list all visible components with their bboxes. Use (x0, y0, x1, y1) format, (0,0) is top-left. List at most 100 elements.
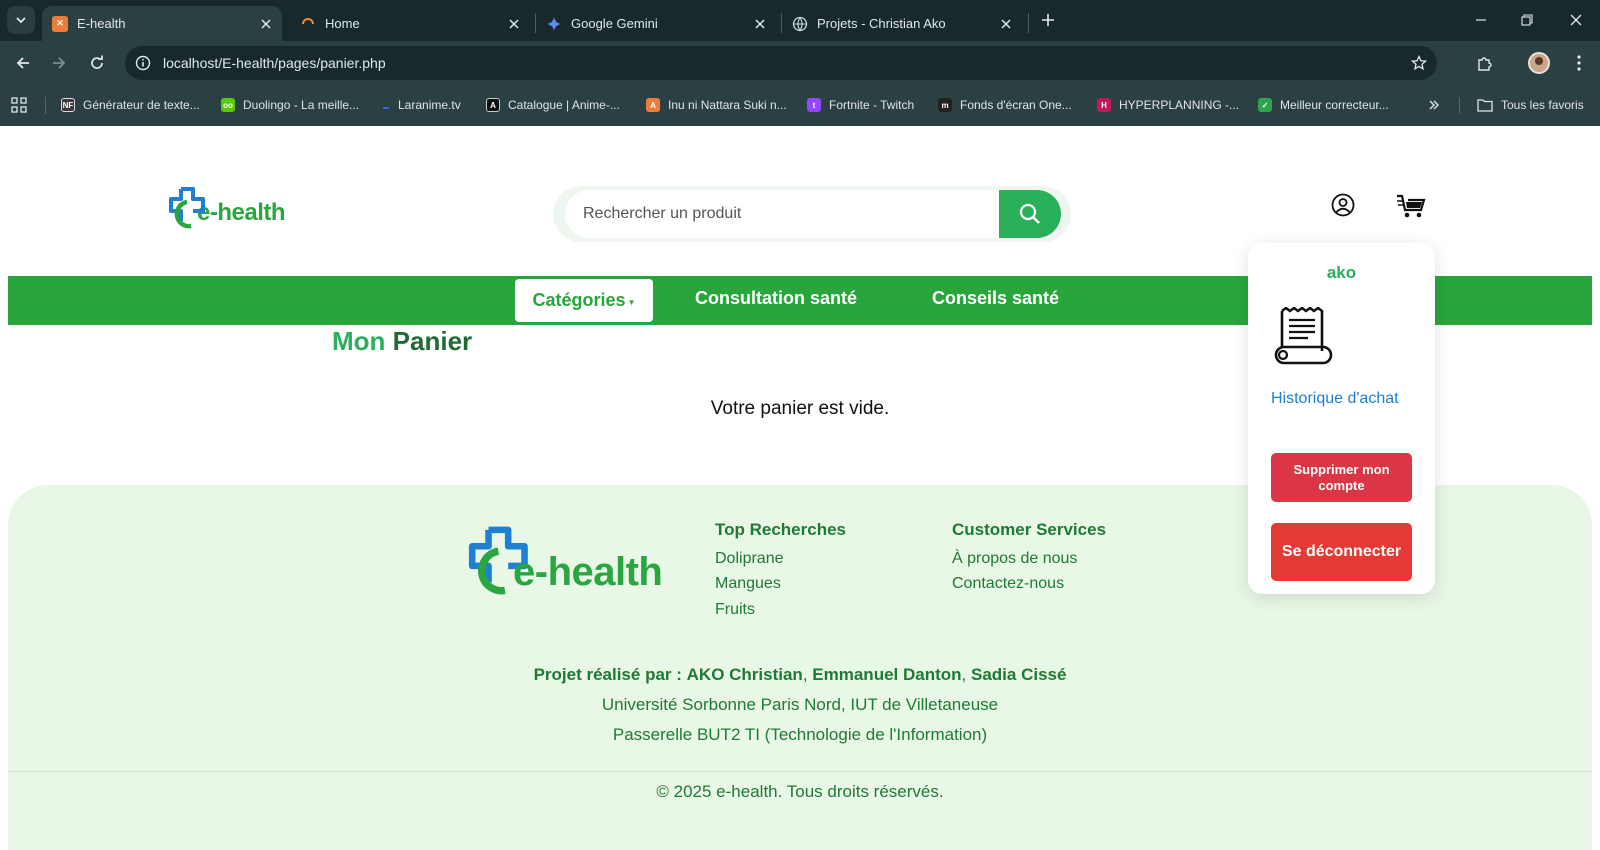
back-button[interactable] (8, 48, 38, 78)
bookmark-label: HYPERPLANNING -... (1119, 98, 1240, 112)
profile-avatar[interactable] (1528, 52, 1550, 74)
apps-grid-button[interactable] (11, 96, 27, 114)
bookmarks-bar: NF Générateur de texte... oo Duolingo - … (0, 84, 1600, 126)
folder-icon (1477, 99, 1493, 112)
bookmark-twitch[interactable]: t Fortnite - Twitch (807, 96, 914, 114)
close-icon[interactable] (258, 16, 274, 32)
tab-search-button[interactable] (7, 6, 35, 34)
author-name: Sadia Cissé (970, 665, 1067, 684)
nf-favicon-icon: NF (61, 98, 75, 112)
bookmark-label: Meilleur correcteur... (1280, 98, 1389, 112)
bookmark-catalogue[interactable]: A Catalogue | Anime-... (486, 96, 620, 114)
nav-conseils[interactable]: Conseils santé (932, 288, 1059, 309)
extensions-puzzle-icon[interactable] (1474, 52, 1496, 74)
project-credits: Projet réalisé par : AKO Christian, Emma… (533, 665, 1067, 684)
forward-button[interactable] (44, 48, 74, 78)
double-chevron-right-icon (1429, 100, 1439, 110)
categories-label: Catégories (532, 290, 626, 310)
purchase-history-link[interactable]: Historique d'achat (1271, 388, 1411, 409)
arrow-left-icon (16, 57, 29, 69)
university-line: Université Sorbonne Paris Nord, IUT de V… (601, 695, 999, 714)
bookmark-label: Générateur de texte... (83, 98, 200, 112)
bookmark-label: Tous les favoris (1501, 98, 1584, 112)
username: ako (1326, 263, 1357, 282)
account-dropdown: ako Historique d'achat Supprimer mon com… (1248, 243, 1435, 594)
receipt-scroll-icon[interactable] (1272, 306, 1334, 370)
page-title: Mon Panier (332, 326, 472, 357)
footer-link-about[interactable]: À propos de nous (952, 550, 1077, 568)
tab-title: Home (325, 16, 360, 31)
minimize-icon (1476, 19, 1486, 21)
footer-link-doliprane[interactable]: Doliprane (715, 550, 783, 568)
page-title-part1: Mon (332, 326, 386, 356)
loading-spinner-icon (300, 16, 316, 32)
close-icon[interactable] (998, 16, 1014, 32)
bookmark-hyperplanning[interactable]: H HYPERPLANNING -... (1097, 96, 1239, 114)
browser-menu-button[interactable] (1568, 52, 1590, 74)
search-icon (1019, 203, 1040, 224)
bookmark-duolingo[interactable]: oo Duolingo - La meille... (221, 96, 359, 114)
close-icon[interactable] (752, 16, 768, 32)
m-favicon-icon: m (938, 98, 952, 112)
avatar (1528, 52, 1550, 74)
site-info-icon[interactable] (133, 53, 153, 73)
cart-button[interactable] (1395, 192, 1427, 220)
footer-link-fruits[interactable]: Fruits (715, 601, 755, 619)
footer-divider (8, 771, 1592, 772)
laranime-favicon-icon (382, 98, 390, 112)
bookmark-inu[interactable]: A Inu ni Nattara Suki n... (646, 96, 787, 114)
footer-link-mangues[interactable]: Mangues (715, 575, 781, 593)
restore-icon (1521, 14, 1533, 26)
footer-link-contact[interactable]: Contactez-nous (952, 575, 1064, 593)
browser-toolbar: localhost/E-health/pages/panier.php (0, 41, 1600, 84)
bookmark-laranime[interactable]: Laranime.tv (382, 96, 461, 114)
tab-ehealth[interactable]: ✕ E-health (42, 6, 282, 41)
logo-text: e-health (513, 550, 663, 594)
close-icon (1570, 14, 1582, 26)
bookmark-fonds[interactable]: m Fonds d'écran One... (938, 96, 1072, 114)
medical-cross-logo-icon (169, 187, 205, 229)
account-button[interactable] (1330, 192, 1356, 218)
logo-text: e-health (197, 199, 286, 226)
search-button[interactable] (999, 190, 1061, 238)
anime-sama-favicon-icon: A (486, 98, 500, 112)
author-name: Emmanuel Danton (812, 665, 962, 684)
close-icon[interactable] (506, 16, 522, 32)
bookmark-star-icon[interactable] (1409, 53, 1429, 73)
more-bookmarks-button[interactable] (1428, 96, 1440, 114)
xampp-favicon-icon: ✕ (52, 15, 68, 32)
browser-tab-bar: ✕ E-health Home Google Gemini Projets - … (0, 0, 1600, 41)
close-window-button[interactable] (1561, 6, 1591, 34)
copyright: © 2025 e-health. Tous droits réservés. (656, 782, 944, 801)
tab-home[interactable]: Home (290, 6, 530, 41)
bookmark-generateur[interactable]: NF Générateur de texte... (61, 96, 200, 114)
restore-button[interactable] (1512, 6, 1542, 34)
new-tab-button[interactable] (1036, 8, 1060, 32)
bookmark-correcteur[interactable]: ✓ Meilleur correcteur... (1258, 96, 1389, 114)
reload-button[interactable] (82, 48, 112, 78)
program-line: Passerelle BUT2 TI (Technologie de l'Inf… (612, 725, 988, 744)
tab-title: E-health (77, 16, 126, 31)
minimize-button[interactable] (1466, 6, 1496, 34)
categories-dropdown[interactable]: Catégories ▼ (515, 279, 653, 322)
footer-logo[interactable]: e-health (465, 525, 663, 597)
bookmark-label: Fonds d'écran One... (960, 98, 1072, 112)
search-input[interactable] (565, 190, 1005, 238)
nav-consultation[interactable]: Consultation santé (695, 288, 857, 309)
bookmark-label: Laranime.tv (398, 98, 461, 112)
logout-button[interactable]: Se déconnecter (1271, 523, 1412, 581)
shopping-cart-icon (1397, 194, 1426, 218)
tab-gemini[interactable]: Google Gemini (536, 6, 776, 41)
bookmark-label: Inu ni Nattara Suki n... (668, 98, 787, 112)
address-bar[interactable]: localhost/E-health/pages/panier.php (125, 46, 1437, 80)
correcteur-favicon-icon: ✓ (1258, 98, 1272, 112)
tab-projets[interactable]: Projets - Christian Ako (782, 6, 1022, 41)
site-logo[interactable]: e-health (167, 186, 286, 230)
page-title-part2: Panier (392, 326, 473, 356)
url-text[interactable]: localhost/E-health/pages/panier.php (163, 55, 386, 71)
all-bookmarks-folder[interactable]: Tous les favoris (1477, 96, 1584, 114)
author-name: AKO Christian (686, 665, 803, 684)
arrow-right-icon (53, 57, 66, 69)
delete-account-button[interactable]: Supprimer mon compte (1271, 453, 1412, 502)
caret-down-icon: ▼ (627, 298, 636, 307)
